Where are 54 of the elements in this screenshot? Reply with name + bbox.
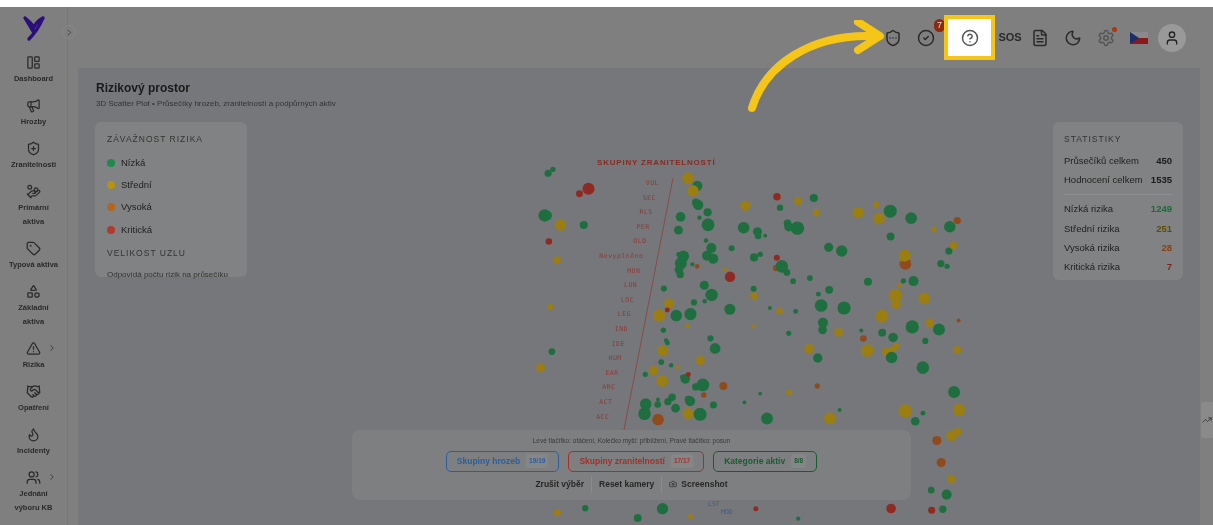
axis-title: SKUPINY ZRANITELNOSTÍ (597, 158, 716, 167)
stat-value: 1535 (1150, 173, 1172, 187)
stat-value: 7 (1166, 260, 1172, 274)
nav-icon (26, 341, 41, 356)
stat-label: Vysoká rizika (1064, 240, 1120, 255)
flag-icon (1130, 31, 1148, 44)
notification-badge: 7 (934, 18, 945, 32)
trend-icon (1202, 415, 1212, 425)
stat-label: Průsečíků celkem (1064, 153, 1139, 168)
statistics-title: STATISTIKY (1064, 133, 1123, 146)
screenshot-button[interactable]: Screenshot (661, 475, 735, 493)
check-circle-icon (917, 28, 935, 47)
severity-label: Vysoká (121, 200, 152, 215)
nav-icon (26, 384, 41, 399)
logo-icon (22, 15, 45, 41)
stat-label: Střední rizika (1064, 221, 1120, 236)
legend-title: ZÁVAŽNOST RIZIKA (107, 133, 204, 146)
pdf-icon (1031, 28, 1049, 47)
size-title: VELIKOST UZLU (107, 246, 187, 260)
stat-value: 251 (1156, 221, 1172, 236)
severity-label: Nízká (121, 155, 146, 170)
stat-value: 1249 (1150, 202, 1172, 217)
filter-label: Skupiny zranitelností (579, 454, 665, 468)
page-title: Rizikový prostor (96, 80, 192, 97)
nav-icon (26, 427, 41, 442)
stat-label: Kritická rizika (1064, 260, 1120, 274)
nav-icon (26, 98, 41, 113)
nav-icon (26, 241, 41, 256)
nav-icon (26, 55, 41, 70)
stat-label: Nízká rizika (1064, 202, 1114, 217)
side-tab[interactable] (1201, 402, 1213, 438)
settings-icon (1097, 28, 1115, 47)
nav-icon (26, 470, 41, 485)
user-avatar (1158, 23, 1186, 52)
help-button[interactable] (944, 15, 995, 60)
nav-icon (26, 284, 41, 299)
help-icon (960, 28, 979, 47)
nav-icon (26, 141, 41, 156)
user-button[interactable] (1157, 22, 1187, 53)
filter-label: Skupiny hrozeb (456, 454, 521, 468)
stat-value: 28 (1161, 240, 1172, 255)
moon-icon (1064, 28, 1082, 47)
camera-icon (669, 480, 678, 489)
severity-label: Střední (121, 178, 152, 192)
stat-label: Hodnocení celkem (1064, 173, 1143, 187)
nav-icon (26, 184, 41, 199)
stat-value: 450 (1156, 153, 1172, 168)
clear-selection-button[interactable]: Zrušit výběr (528, 475, 592, 493)
filter-label: Kategorie aktiv (724, 454, 786, 468)
reset-camera-button[interactable]: Reset kamery (591, 475, 662, 493)
shield-icon (884, 28, 902, 47)
severity-label: Kritická (121, 222, 153, 237)
size-description: Odpovídá počtu rizik na průsečíku (107, 268, 229, 281)
sos-button[interactable]: SOS (998, 22, 1022, 53)
